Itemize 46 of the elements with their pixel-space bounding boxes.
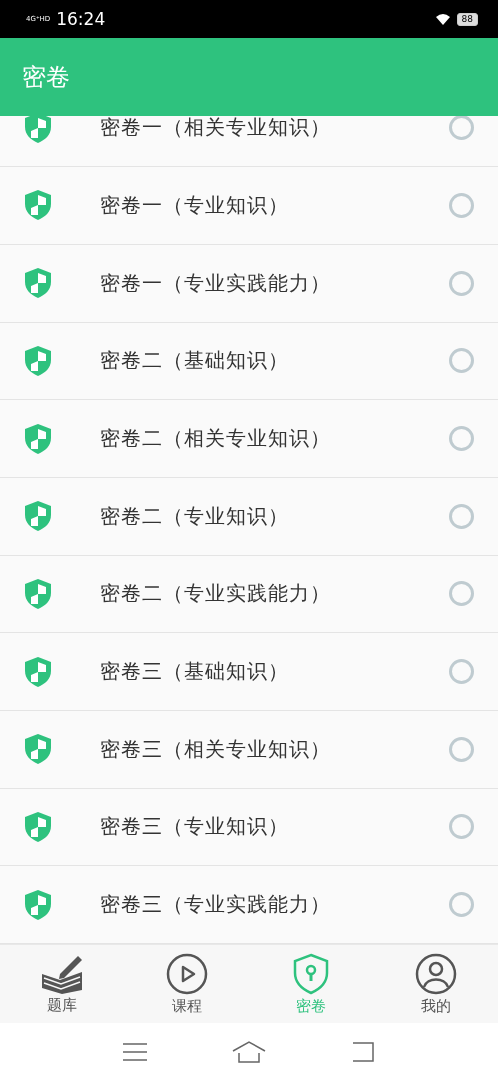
paper-title[interactable]: 密卷二（专业知识） [100, 502, 449, 530]
shield-icon [24, 267, 52, 300]
shield-icon [24, 189, 52, 222]
radio-button[interactable] [449, 426, 474, 452]
shield-icon [24, 500, 52, 533]
nav-tab[interactable]: 我的 [373, 945, 498, 1023]
paper-title[interactable]: 密卷二（基础知识） [100, 347, 449, 375]
back-icon[interactable] [351, 1040, 376, 1063]
paper-title[interactable]: 密卷二（专业实践能力） [100, 580, 449, 608]
paper-title[interactable]: 密卷二（相关专业知识） [100, 425, 449, 453]
paper-title[interactable]: 密卷三（专业实践能力） [100, 891, 449, 919]
radio-button[interactable] [449, 503, 474, 529]
radio-button[interactable] [449, 814, 474, 840]
clock-time: 16:24 [56, 9, 106, 29]
paper-title[interactable]: 密卷一（专业实践能力） [100, 269, 449, 297]
radio-button[interactable] [449, 116, 474, 141]
shield-keyhole-icon [293, 952, 330, 995]
shield-icon [24, 733, 52, 766]
paper-title[interactable]: 密卷一（相关专业知识） [100, 116, 449, 142]
shield-icon [24, 888, 52, 921]
shield-icon [24, 344, 52, 377]
shield-icon [24, 422, 52, 455]
nav-tab[interactable]: 题库 [0, 945, 125, 1023]
shield-icon [24, 810, 52, 843]
menu-icon[interactable] [122, 1042, 147, 1061]
paper-title[interactable]: 密卷一（专业知识） [100, 191, 449, 219]
paper-title[interactable]: 密卷三（相关专业知识） [100, 735, 449, 763]
paper-title[interactable]: 密卷三（专业知识） [100, 813, 449, 841]
radio-button[interactable] [449, 736, 474, 762]
radio-button[interactable] [449, 348, 474, 374]
home-icon[interactable] [232, 1040, 266, 1063]
nav-tab[interactable]: 课程 [124, 945, 249, 1023]
radio-button[interactable] [449, 270, 474, 296]
play-icon [165, 952, 208, 995]
battery-indicator: 88 [456, 12, 478, 26]
shield-icon [24, 655, 52, 688]
shield-icon [24, 577, 52, 610]
radio-button[interactable] [449, 581, 474, 607]
page-title: 密卷 [22, 62, 70, 93]
paper-title[interactable]: 密卷三（基础知识） [100, 658, 449, 686]
radio-button[interactable] [449, 192, 474, 218]
user-icon [414, 952, 457, 995]
radio-button[interactable] [449, 659, 474, 685]
wifi-icon [434, 13, 451, 25]
book-pencil-icon [40, 953, 85, 994]
radio-button[interactable] [449, 892, 474, 918]
